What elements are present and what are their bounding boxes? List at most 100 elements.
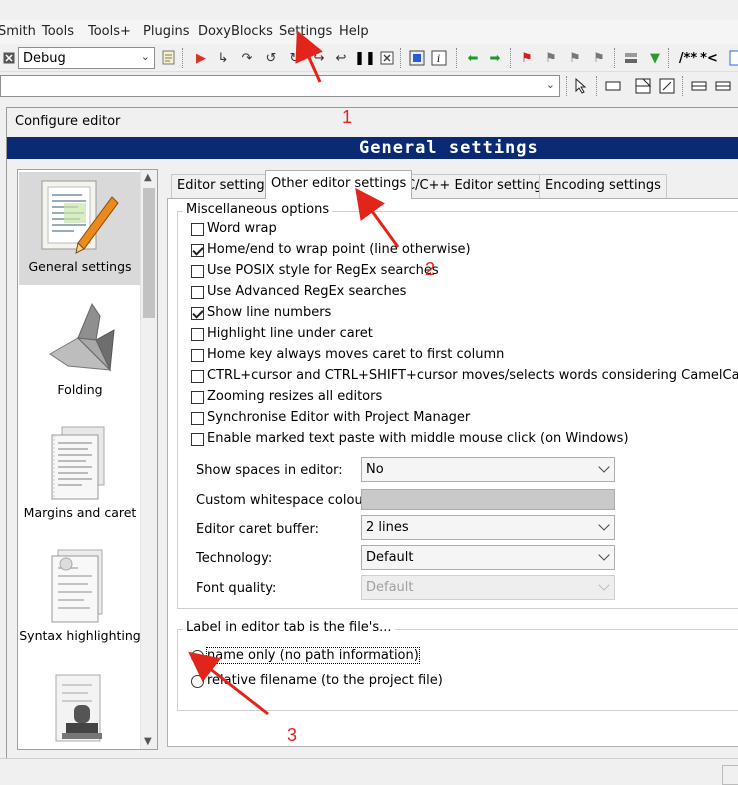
block-icon[interactable] <box>690 77 708 95</box>
checkbox-box[interactable] <box>191 244 204 257</box>
checkbox-box[interactable] <box>191 307 204 320</box>
checkbox-box[interactable] <box>191 328 204 341</box>
radio-label: name only (no path information) <box>206 647 420 664</box>
category-stamp[interactable] <box>19 664 141 749</box>
doxy-comment-block-icon[interactable]: /** <box>676 49 700 67</box>
tab-cpp-editor-settings[interactable]: C/C++ Editor settings <box>400 174 555 198</box>
block-alt-icon[interactable] <box>714 77 732 95</box>
technology-label: Technology: <box>196 551 273 566</box>
checkbox-box[interactable] <box>191 370 204 383</box>
menu-tools[interactable]: Tools <box>42 24 74 39</box>
tab-other-editor-settings[interactable]: Other editor settings <box>265 170 413 199</box>
menu-doxyblocks[interactable]: DoxyBlocks <box>198 24 273 39</box>
run-to-cursor-icon[interactable]: ↩ <box>332 49 350 67</box>
checkbox-box[interactable] <box>191 391 204 404</box>
checkbox-label: Zooming resizes all editors <box>207 389 383 404</box>
toolbar-separator <box>400 48 402 68</box>
category-general-settings[interactable]: General settings <box>19 172 141 285</box>
pages-icon <box>38 423 120 505</box>
technology-value: Default <box>366 550 414 565</box>
arrow-left-icon[interactable]: ⬅ <box>464 49 482 67</box>
pause-icon[interactable]: ❚❚ <box>354 49 376 67</box>
radio-label: relative filename (to the project file) <box>207 673 443 688</box>
origami-icon <box>38 300 120 382</box>
stop-debug-icon[interactable] <box>378 49 396 67</box>
rectangle-icon[interactable] <box>604 77 622 95</box>
category-list[interactable]: General settings Folding Margins and car… <box>17 169 158 750</box>
configure-editor-dialog: Configure editor General settings Genera… <box>6 107 738 785</box>
info-icon[interactable]: i <box>430 49 448 67</box>
next-instruction-icon[interactable]: ↻ <box>286 49 304 67</box>
build-options-icon[interactable] <box>160 49 178 67</box>
font-quality-select: Default <box>361 575 615 600</box>
bookmark-toggle-icon[interactable]: ⚑ <box>518 49 536 67</box>
checkbox-label: Use Advanced RegEx searches <box>207 284 407 299</box>
extra-tool-icon[interactable] <box>726 49 738 67</box>
checkbox-label: Home key always moves caret to first col… <box>207 347 505 362</box>
checkbox-box[interactable] <box>191 412 204 425</box>
scroll-thumb[interactable] <box>143 188 155 318</box>
checkbox-box[interactable] <box>191 433 204 446</box>
category-margins-and-caret[interactable]: Margins and caret <box>19 418 141 531</box>
show-spaces-select[interactable]: No <box>361 457 615 482</box>
tab-encoding-settings[interactable]: Encoding settings <box>539 174 667 198</box>
jump-icon[interactable]: ▼ <box>646 49 664 67</box>
doxy-line-comment-icon[interactable]: *< <box>700 49 718 67</box>
cursor-icon[interactable] <box>572 77 590 95</box>
show-spaces-value: No <box>366 462 384 477</box>
menu-tools-plus[interactable]: Tools+ <box>88 24 131 39</box>
code-completion-select[interactable]: ⌄ <box>0 75 560 97</box>
radio-circle[interactable] <box>191 675 204 688</box>
bookmark-prev-icon[interactable]: ⚑ <box>542 49 560 67</box>
step-instruction-icon[interactable]: ↪ <box>310 49 328 67</box>
caret-buffer-select[interactable]: 2 lines <box>361 515 615 540</box>
tab-panel: Miscellaneous options Word wrap Home/end… <box>167 198 738 747</box>
checkbox-label: Word wrap <box>207 221 277 236</box>
whitespace-colour-button[interactable] <box>361 489 615 510</box>
checkbox-box[interactable] <box>191 286 204 299</box>
stamp-icon <box>38 669 120 749</box>
toolbar-separator <box>566 76 568 96</box>
build-target-select[interactable]: Debug ⌄ <box>18 47 155 69</box>
group-title: Miscellaneous options <box>183 202 333 217</box>
close-icon[interactable] <box>0 49 18 67</box>
chevron-down-icon <box>598 579 610 591</box>
toolbar-separator <box>510 48 512 68</box>
technology-select[interactable]: Default <box>361 545 615 570</box>
category-folding[interactable]: Folding <box>19 295 141 408</box>
bookmark-next-icon[interactable]: ⚑ <box>566 49 584 67</box>
tab-editor-settings[interactable]: Editor settings <box>171 174 278 198</box>
menu-settings[interactable]: Settings <box>279 24 332 39</box>
bookmark-clear-icon[interactable]: ⚑ <box>590 49 608 67</box>
dialog-title: Configure editor <box>15 114 121 129</box>
menu-help[interactable]: Help <box>339 24 369 39</box>
scroll-up-icon[interactable]: ▲ <box>144 172 152 183</box>
step-out-icon[interactable]: ↺ <box>262 49 280 67</box>
menu-smith[interactable]: Smith <box>0 24 36 39</box>
note-box-icon[interactable] <box>658 77 676 95</box>
step-into-icon[interactable]: ↷ <box>238 49 256 67</box>
show-spaces-label: Show spaces in editor: <box>196 463 343 478</box>
checkbox-label: Show line numbers <box>207 305 332 320</box>
layers-icon[interactable] <box>622 49 640 67</box>
category-syntax-highlighting[interactable]: Syntax highlighting <box>19 541 141 654</box>
checkbox-box[interactable] <box>191 349 204 362</box>
debug-windows-icon[interactable] <box>408 49 426 67</box>
checkbox-box[interactable] <box>191 223 204 236</box>
run-icon[interactable]: ▶ <box>192 49 210 67</box>
arrow-right-icon[interactable]: ➡ <box>486 49 504 67</box>
category-scrollbar[interactable]: ▲ ▼ <box>140 170 157 749</box>
scroll-down-icon[interactable]: ▼ <box>144 736 152 747</box>
section-header-text: General settings <box>359 138 539 158</box>
annotation-number-3: 3 <box>287 725 298 745</box>
radio-circle[interactable] <box>191 650 204 663</box>
debug-next-icon[interactable]: ↳ <box>214 49 232 67</box>
checkbox-box[interactable] <box>191 265 204 278</box>
chevron-down-icon <box>598 549 610 561</box>
menu-plugins[interactable]: Plugins <box>143 24 190 39</box>
category-label: Margins and caret <box>23 505 137 520</box>
section-header: General settings <box>7 137 738 159</box>
annotation-number-2: 2 <box>425 259 436 279</box>
annotation-number-1: 1 <box>342 107 353 127</box>
split-box-icon[interactable] <box>634 77 652 95</box>
